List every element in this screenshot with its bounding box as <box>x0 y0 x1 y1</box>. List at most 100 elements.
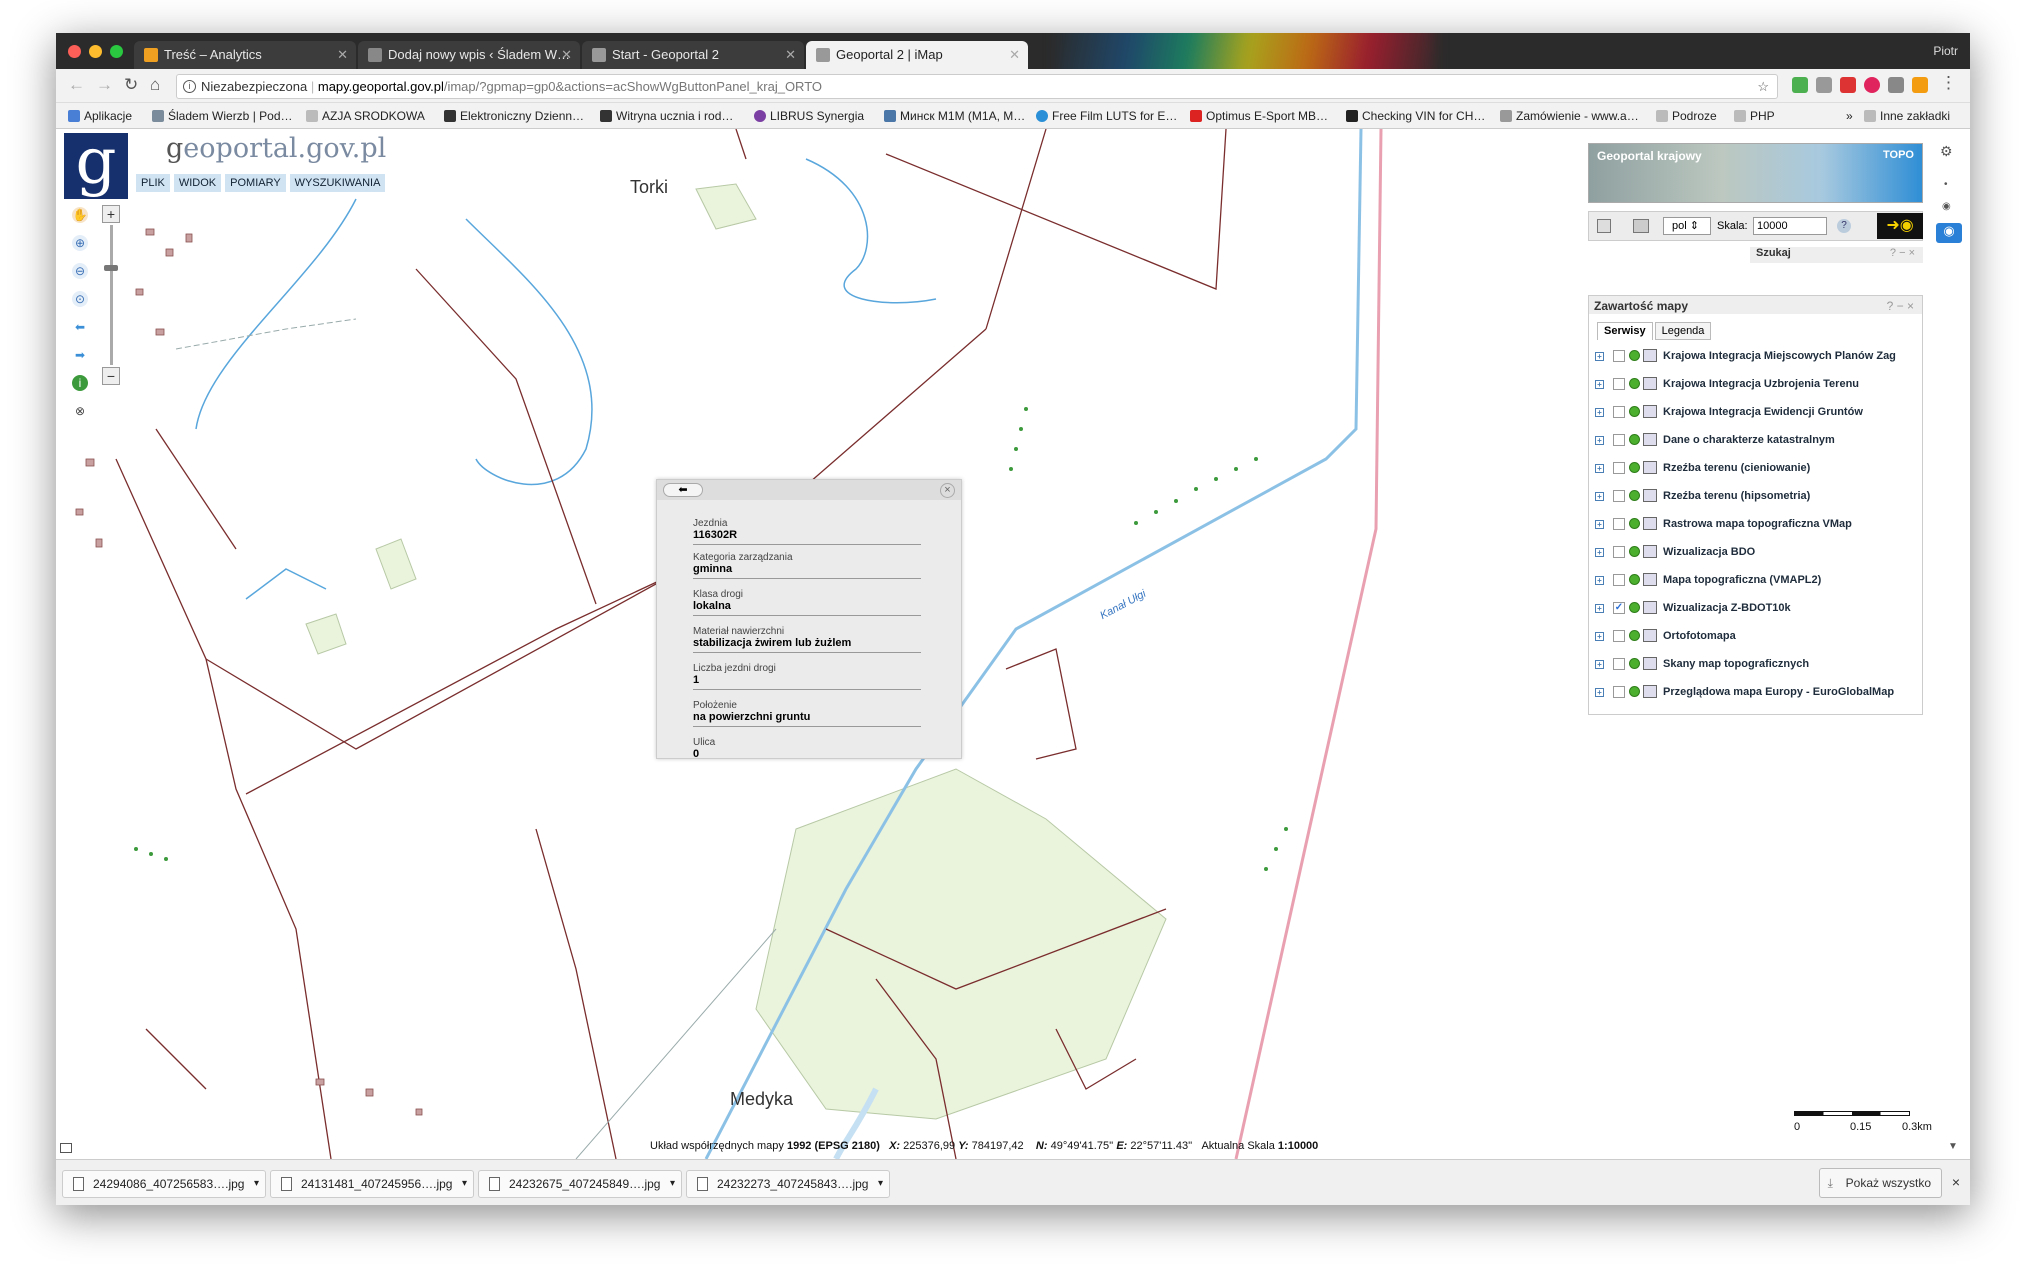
url-field[interactable]: i Niezabezpieczona | mapy.geoportal.gov.… <box>176 74 1778 99</box>
layer-checkbox[interactable] <box>1613 518 1625 530</box>
more-bookmarks-button[interactable]: » <box>1846 109 1853 123</box>
document-icon[interactable] <box>1597 219 1611 233</box>
zoom-out-tool-icon[interactable]: ⊖ <box>72 263 88 279</box>
info-icon[interactable]: i <box>183 80 196 93</box>
help-icon[interactable]: ? <box>1837 219 1851 233</box>
bookmark[interactable]: Śladem Wierzb | Pod… <box>152 109 293 123</box>
layer-checkbox[interactable]: ✓ <box>1613 602 1625 614</box>
expand-icon[interactable]: + <box>1595 604 1604 613</box>
expand-icon[interactable]: + <box>1595 548 1604 557</box>
geoportal-krajowy-button[interactable]: Geoportal krajowy TOPO <box>1588 143 1923 203</box>
layer-checkbox[interactable] <box>1613 630 1625 642</box>
overview-toggle-icon[interactable] <box>60 1143 72 1153</box>
download-item[interactable]: 24232675_407245849….jpg ▾ <box>478 1170 682 1198</box>
expand-icon[interactable]: + <box>1595 632 1604 641</box>
zoom-box-icon[interactable]: ⊙ <box>72 291 88 307</box>
bookmark[interactable]: Минск М1М (М1А, М… <box>884 109 1025 123</box>
download-item[interactable]: 24131481_407245956….jpg ▾ <box>270 1170 474 1198</box>
zoom-out-button[interactable]: − <box>102 367 120 385</box>
bookmark-apps[interactable]: Aplikacje <box>68 109 132 123</box>
home-icon[interactable]: ⌂ <box>150 75 160 95</box>
layer-checkbox[interactable] <box>1613 350 1625 362</box>
expand-icon[interactable]: + <box>1595 688 1604 697</box>
forward-icon[interactable]: → <box>96 75 113 95</box>
close-tab-icon[interactable]: ✕ <box>1009 41 1020 69</box>
map-view[interactable]: Torki Medyka Kanał Ułgi g geoportal.gov.… <box>56 129 1970 1159</box>
zoom-in-button[interactable]: + <box>102 205 120 223</box>
tab-dodaj-wpis[interactable]: Dodaj nowy wpis ‹ Śladem W… ✕ <box>358 41 580 69</box>
extension-icon[interactable] <box>1840 77 1856 93</box>
tab-start-geoportal[interactable]: Start - Geoportal 2 ✕ <box>582 41 804 69</box>
extension-icon[interactable] <box>1888 77 1904 93</box>
close-tab-icon[interactable]: ✕ <box>785 41 796 69</box>
expand-icon[interactable]: + <box>1595 492 1604 501</box>
scroll-down-icon[interactable]: ▼ <box>1948 1141 1958 1152</box>
pan-hand-icon[interactable]: ✋ <box>72 207 88 223</box>
expand-icon[interactable]: + <box>1595 352 1604 361</box>
expand-icon[interactable]: + <box>1595 520 1604 529</box>
language-select[interactable]: pol ⇕ <box>1663 217 1711 235</box>
bookmark[interactable]: Zamówienie - www.a… <box>1500 109 1639 123</box>
tab-geoportal-imap[interactable]: Geoportal 2 | iMap ✕ <box>806 41 1028 69</box>
tab-analytics[interactable]: Treść – Analytics ✕ <box>134 41 356 69</box>
chevron-down-icon[interactable]: ▾ <box>878 1171 883 1197</box>
bookmark-star-icon[interactable]: ☆ <box>1757 75 1769 98</box>
tab-legenda[interactable]: Legenda <box>1654 322 1712 340</box>
view-eye-icon[interactable]: ◉ <box>1936 223 1962 243</box>
reload-icon[interactable]: ↻ <box>124 75 138 95</box>
close-downloads-icon[interactable]: × <box>1952 1174 1960 1190</box>
back-icon[interactable]: ← <box>68 75 85 95</box>
bookmark[interactable]: AZJA SRODKOWA <box>306 109 425 123</box>
other-bookmarks[interactable]: Inne zakładki <box>1864 109 1950 123</box>
expand-icon[interactable]: + <box>1595 576 1604 585</box>
geoportal-logo[interactable]: g <box>64 130 128 199</box>
zoom-slider-track[interactable] <box>110 225 113 365</box>
download-item[interactable]: 24294086_407256583….jpg ▾ <box>62 1170 266 1198</box>
close-tab-icon[interactable]: ✕ <box>561 41 572 69</box>
layer-checkbox[interactable] <box>1613 574 1625 586</box>
info-tool-icon[interactable]: i <box>72 375 88 391</box>
layer-checkbox[interactable] <box>1613 434 1625 446</box>
zoom-slider-handle[interactable] <box>104 265 118 271</box>
bookmark[interactable]: Podroze <box>1656 109 1717 123</box>
bookmark[interactable]: LIBRUS Synergia <box>754 109 864 123</box>
bookmark[interactable]: Checking VIN for CH… <box>1346 109 1485 123</box>
menu-widok[interactable]: WIDOK <box>173 174 222 192</box>
layer-checkbox[interactable] <box>1613 658 1625 670</box>
close-tab-icon[interactable]: ✕ <box>337 41 348 69</box>
zoom-in-tool-icon[interactable]: ⊕ <box>72 235 88 251</box>
panel-controls-icon[interactable]: ? − × <box>1887 299 1914 313</box>
previous-view-icon[interactable]: ⬅ <box>72 319 88 335</box>
extension-icon[interactable] <box>1912 77 1928 93</box>
pinterest-icon[interactable] <box>1864 77 1880 93</box>
chevron-down-icon[interactable]: ▾ <box>670 1171 675 1197</box>
profile-name[interactable]: Piotr <box>1933 44 1958 58</box>
print-icon[interactable] <box>1633 219 1649 233</box>
show-all-button[interactable]: ⤓ Pokaż wszystko <box>1818 1168 1942 1198</box>
next-view-icon[interactable]: ➡ <box>72 347 88 363</box>
eye-small-icon[interactable]: ◉ <box>1942 201 1962 221</box>
back-arrow-icon[interactable]: ⬅ <box>663 483 703 497</box>
bookmark[interactable]: Witryna ucznia i rod… <box>600 109 733 123</box>
menu-pomiary[interactable]: POMIARY <box>225 174 286 192</box>
layer-checkbox[interactable] <box>1613 686 1625 698</box>
expand-icon[interactable]: + <box>1595 408 1604 417</box>
panel-controls-icon[interactable]: ? − × <box>1890 247 1915 259</box>
close-icon[interactable]: × <box>940 483 955 498</box>
search-panel-header[interactable]: Szukaj ? − × <box>1750 247 1923 263</box>
settings-icon[interactable]: ⚙ <box>1940 143 1960 163</box>
maximize-window-button[interactable] <box>110 45 123 58</box>
scale-input[interactable] <box>1753 217 1827 235</box>
bookmark[interactable]: Optimus E-Sport MB… <box>1190 109 1328 123</box>
expand-icon[interactable]: + <box>1595 380 1604 389</box>
tab-serwisy[interactable]: Serwisy <box>1597 322 1653 340</box>
clear-icon[interactable]: ⊗ <box>72 403 88 419</box>
minimize-window-button[interactable] <box>89 45 102 58</box>
expand-icon[interactable]: + <box>1595 464 1604 473</box>
menu-plik[interactable]: PLIK <box>136 174 170 192</box>
expand-icon[interactable]: + <box>1595 660 1604 669</box>
bookmark[interactable]: Elektroniczny Dzienn… <box>444 109 584 123</box>
layer-checkbox[interactable] <box>1613 462 1625 474</box>
bookmark[interactable]: Free Film LUTS for E… <box>1036 109 1177 123</box>
chevron-down-icon[interactable]: ▾ <box>254 1171 259 1197</box>
